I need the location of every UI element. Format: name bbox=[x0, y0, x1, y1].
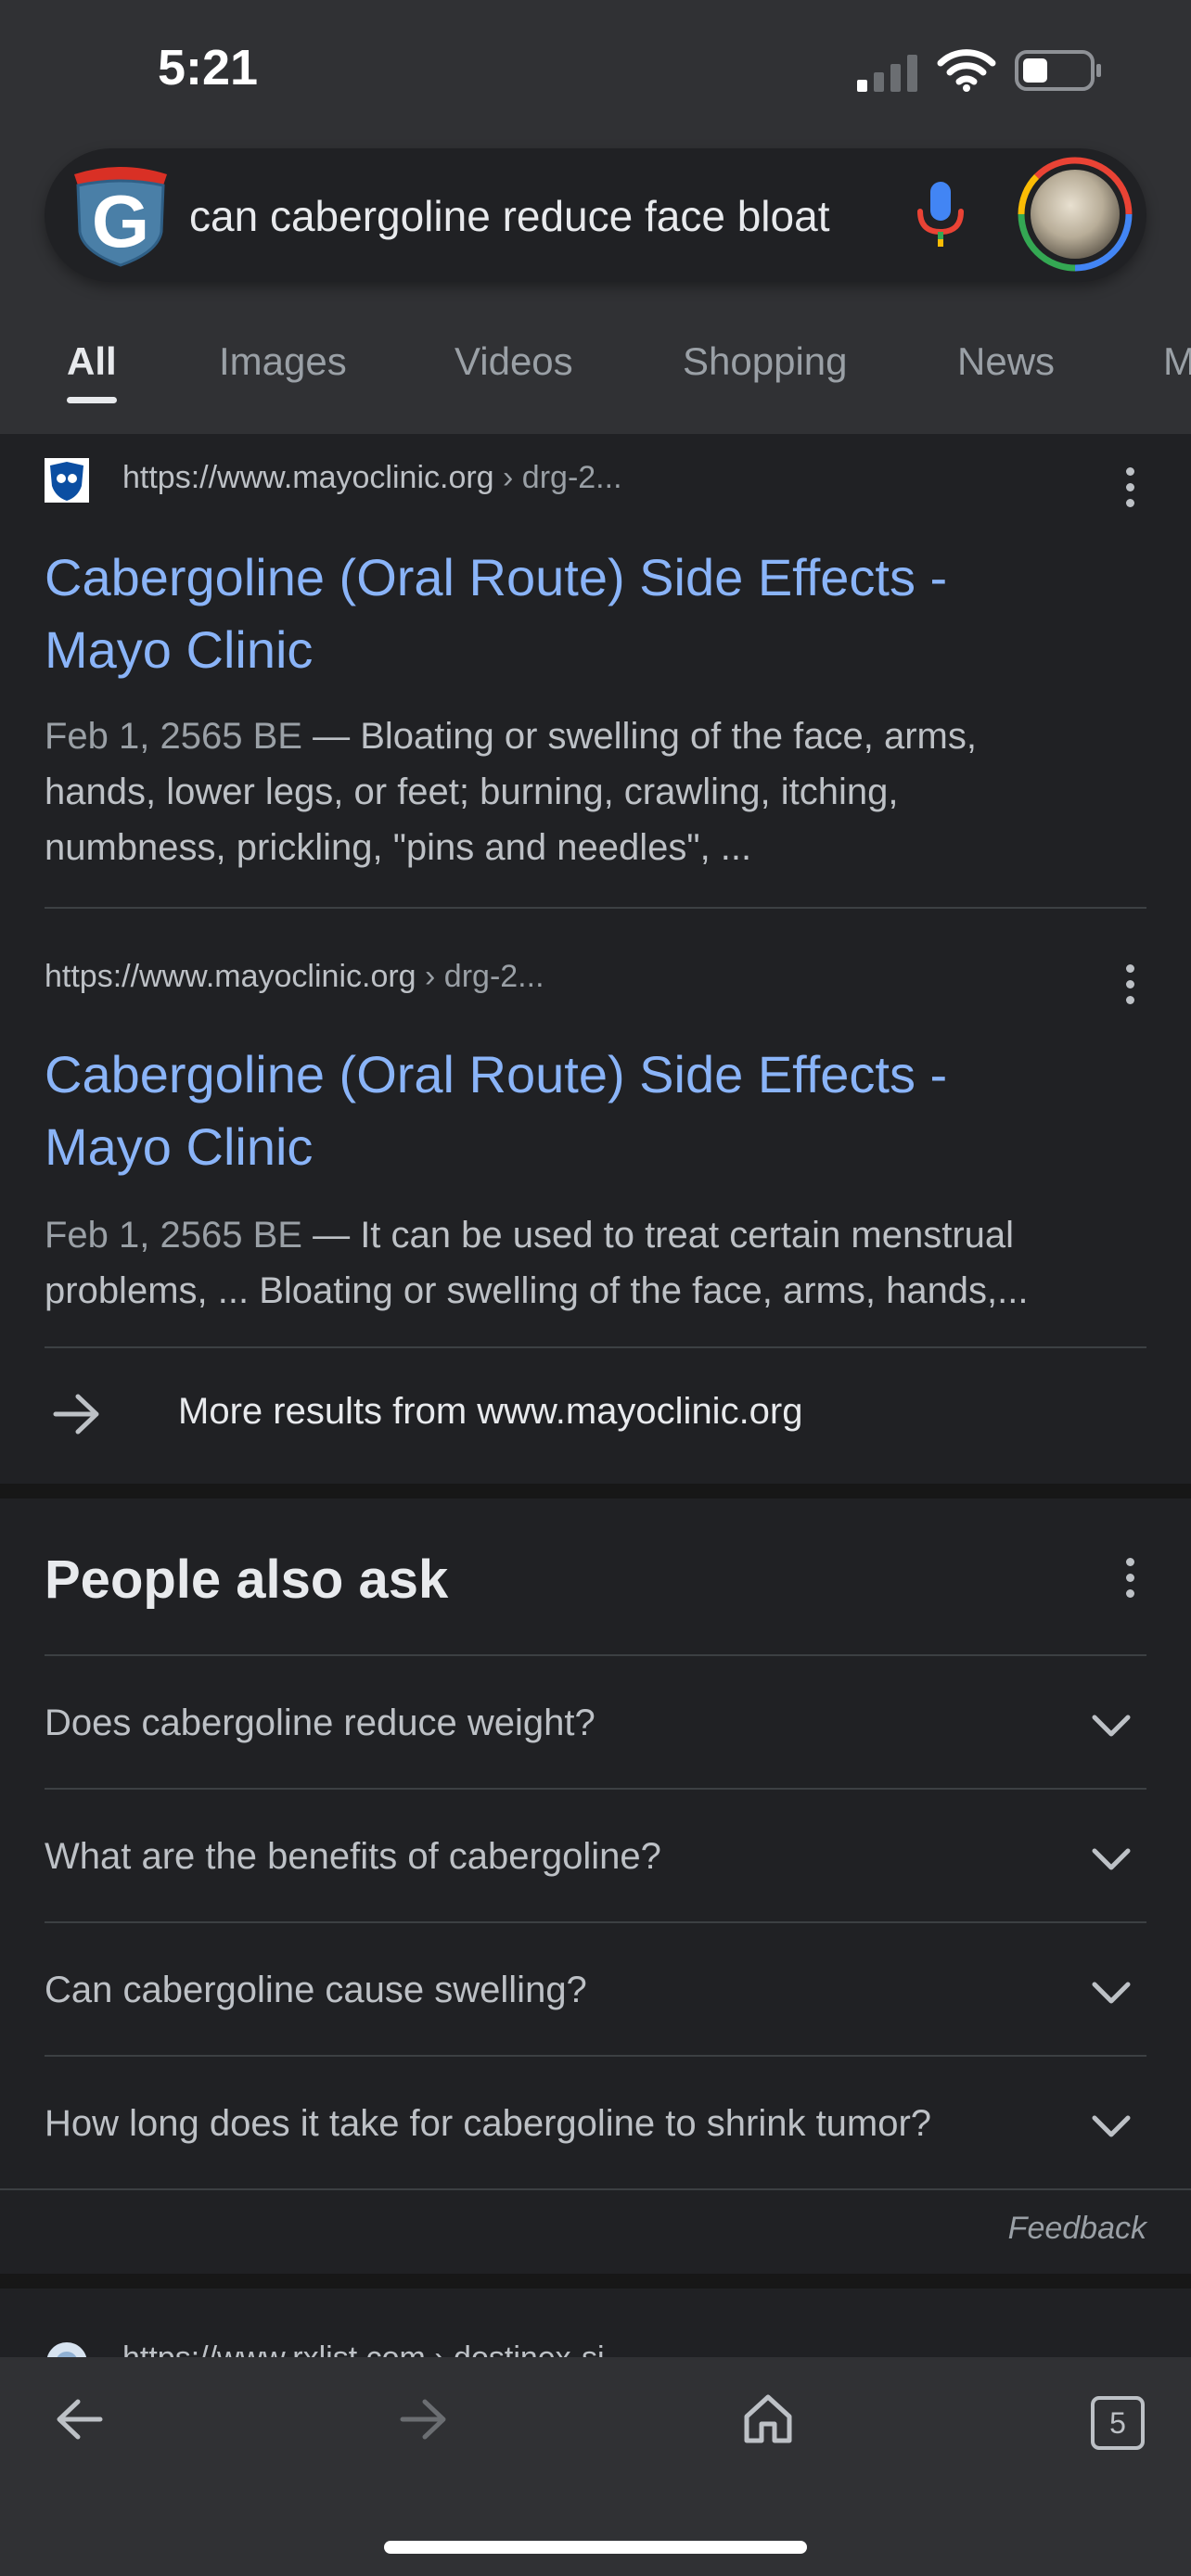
result-url-domain: https://www.mayoclinic.org bbox=[122, 460, 494, 495]
more-options-icon[interactable] bbox=[1111, 1550, 1148, 1606]
result-url-path: › drg-2... bbox=[493, 460, 622, 495]
people-also-ask-title: People also ask bbox=[45, 1549, 449, 1610]
divider bbox=[45, 2055, 1146, 2057]
divider bbox=[45, 1921, 1146, 1923]
snippet-text: problems, ... Bloating or swelling of th… bbox=[45, 1270, 1029, 1311]
wifi-icon bbox=[937, 49, 996, 92]
tab-news[interactable]: News bbox=[957, 339, 1055, 384]
home-indicator bbox=[384, 2541, 807, 2554]
section-separator bbox=[0, 2274, 1191, 2289]
result-url-domain: https://www.mayoclinic.org bbox=[45, 959, 416, 994]
chevron-down-icon[interactable] bbox=[1091, 1712, 1132, 1740]
home-icon[interactable] bbox=[742, 2392, 794, 2444]
result-title[interactable]: Cabergoline (Oral Route) Side Effects - … bbox=[45, 542, 1111, 686]
result-title-line: Cabergoline (Oral Route) Side Effects - bbox=[45, 1045, 948, 1103]
snippet-text: — Bloating or swelling of the face, arms… bbox=[301, 716, 977, 757]
back-arrow-icon[interactable] bbox=[54, 2398, 104, 2441]
tab-videos[interactable]: Videos bbox=[455, 339, 573, 384]
snippet-text: hands, lower legs, or feet; burning, cra… bbox=[45, 772, 899, 812]
search-query-text[interactable]: can cabergoline reduce face bloat bbox=[189, 191, 829, 241]
section-separator bbox=[0, 1484, 1191, 1498]
svg-text:G: G bbox=[92, 180, 149, 262]
question-item[interactable]: Can cabergoline cause swelling? bbox=[45, 1970, 587, 2011]
divider bbox=[45, 1346, 1146, 1348]
tab-switcher-button[interactable]: 5 bbox=[1091, 2396, 1145, 2450]
account-avatar[interactable] bbox=[1017, 156, 1133, 273]
forward-arrow-icon[interactable] bbox=[399, 2398, 449, 2441]
result-title-line: Mayo Clinic bbox=[45, 620, 314, 679]
more-options-icon[interactable] bbox=[1111, 460, 1148, 516]
google-logo-icon[interactable]: G bbox=[65, 158, 176, 269]
result-url-path: › drg-2... bbox=[416, 959, 544, 994]
battery-icon bbox=[1015, 50, 1101, 91]
divider bbox=[45, 1788, 1146, 1790]
more-options-icon[interactable] bbox=[1111, 957, 1148, 1013]
question-item[interactable]: How long does it take for cabergoline to… bbox=[45, 2103, 931, 2145]
chevron-down-icon[interactable] bbox=[1091, 2112, 1132, 2140]
cellular-signal-icon bbox=[857, 55, 917, 92]
status-time: 5:21 bbox=[158, 40, 259, 96]
result-date: Feb 1, 2565 BE bbox=[45, 716, 302, 757]
tab-shopping[interactable]: Shopping bbox=[683, 339, 848, 384]
divider bbox=[45, 907, 1146, 909]
more-results-link[interactable]: More results from www.mayoclinic.org bbox=[178, 1391, 803, 1433]
snippet-text: numbness, prickling, "pins and needles",… bbox=[45, 827, 752, 868]
active-tab-indicator bbox=[67, 397, 117, 403]
result-url[interactable]: https://www.mayoclinic.org › drg-2... bbox=[122, 460, 622, 496]
result-snippet: Feb 1, 2565 BE — It can be used to treat… bbox=[45, 1207, 1148, 1319]
result-date: Feb 1, 2565 BE bbox=[45, 1215, 302, 1256]
question-item[interactable]: Does cabergoline reduce weight? bbox=[45, 1702, 596, 1744]
feedback-link[interactable]: Feedback bbox=[1008, 2211, 1146, 2247]
divider bbox=[45, 1654, 1146, 1656]
arrow-right-icon[interactable] bbox=[52, 1393, 102, 1435]
question-item[interactable]: What are the benefits of cabergoline? bbox=[45, 1836, 661, 1878]
tab-images[interactable]: Images bbox=[219, 339, 347, 384]
chevron-down-icon[interactable] bbox=[1091, 1845, 1132, 1873]
tab-more[interactable]: M bbox=[1163, 339, 1191, 384]
result-title-line: Mayo Clinic bbox=[45, 1117, 314, 1176]
result-title[interactable]: Cabergoline (Oral Route) Side Effects - … bbox=[45, 1039, 1111, 1183]
microphone-icon[interactable] bbox=[915, 180, 967, 249]
mayo-clinic-favicon bbox=[45, 458, 89, 503]
divider bbox=[0, 2188, 1191, 2190]
result-url[interactable]: https://www.mayoclinic.org › drg-2... bbox=[45, 959, 544, 995]
search-tabs: All Images Videos Shopping News M bbox=[0, 315, 1191, 434]
snippet-text: — It can be used to treat certain menstr… bbox=[301, 1215, 1015, 1256]
chevron-down-icon[interactable] bbox=[1091, 1979, 1132, 2007]
result-title-line: Cabergoline (Oral Route) Side Effects - bbox=[45, 548, 948, 606]
tab-all[interactable]: All bbox=[67, 339, 117, 384]
result-snippet: Feb 1, 2565 BE — Bloating or swelling of… bbox=[45, 708, 1148, 875]
